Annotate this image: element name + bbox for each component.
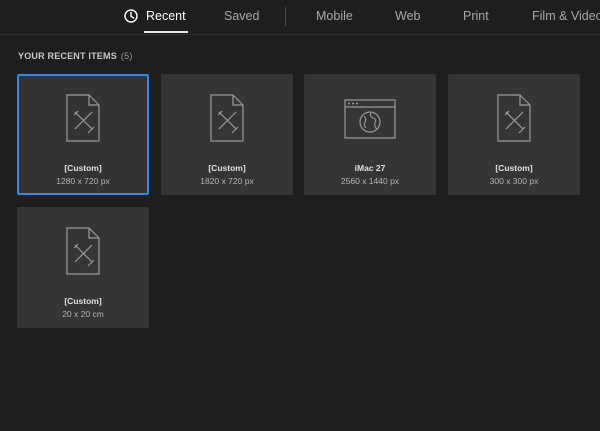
recent-items-count: (5) xyxy=(120,51,133,61)
tab-web-label: Web xyxy=(395,9,421,23)
tab-recent-label: Recent xyxy=(146,9,186,23)
tab-film-video[interactable]: Film & Video xyxy=(532,0,600,34)
tab-divider xyxy=(285,7,286,26)
active-tab-indicator xyxy=(144,31,188,33)
recent-item-size: 2560 x 1440 px xyxy=(340,176,400,186)
recent-item-card[interactable]: [Custom] 300 x 300 px xyxy=(448,74,580,195)
tab-mobile[interactable]: Mobile xyxy=(316,0,353,34)
web-browser-globe-icon xyxy=(344,99,396,139)
custom-document-icon xyxy=(66,94,100,142)
recent-item-card[interactable]: [Custom] 1820 x 720 px xyxy=(161,74,293,195)
tab-print[interactable]: Print xyxy=(463,0,489,34)
custom-document-icon xyxy=(210,94,244,142)
tab-recent[interactable]: Recent xyxy=(144,0,188,34)
tab-web[interactable]: Web xyxy=(395,0,420,34)
recent-item-size: 300 x 300 px xyxy=(489,176,539,186)
recent-item-size: 1820 x 720 px xyxy=(200,176,254,186)
tab-film-video-label: Film & Video xyxy=(532,9,600,23)
recent-item-name: [Custom] xyxy=(64,163,102,173)
tab-print-label: Print xyxy=(463,9,489,23)
tab-saved-label: Saved xyxy=(224,9,260,23)
category-tab-bar: Recent Saved Mobile Web Print Film & Vid… xyxy=(0,0,600,35)
recent-item-card[interactable]: [Custom] 1280 x 720 px xyxy=(17,74,149,195)
clock-icon xyxy=(124,9,138,23)
recent-item-name: [Custom] xyxy=(64,296,102,306)
recent-item-size: 1280 x 720 px xyxy=(56,176,110,186)
recent-item-name: [Custom] xyxy=(208,163,246,173)
recent-item-size: 20 x 20 cm xyxy=(62,309,104,319)
recent-item-name: iMac 27 xyxy=(354,163,386,173)
tab-mobile-label: Mobile xyxy=(316,9,353,23)
recent-item-name: [Custom] xyxy=(495,163,533,173)
recent-items-title: YOUR RECENT ITEMS xyxy=(18,51,117,61)
recent-item-card[interactable]: iMac 27 2560 x 1440 px xyxy=(304,74,436,195)
recent-item-card[interactable]: [Custom] 20 x 20 cm xyxy=(17,207,149,328)
recent-items-heading: YOUR RECENT ITEMS (5) xyxy=(18,51,133,61)
tab-saved[interactable]: Saved xyxy=(224,0,259,34)
custom-document-icon xyxy=(497,94,531,142)
custom-document-icon xyxy=(66,227,100,275)
